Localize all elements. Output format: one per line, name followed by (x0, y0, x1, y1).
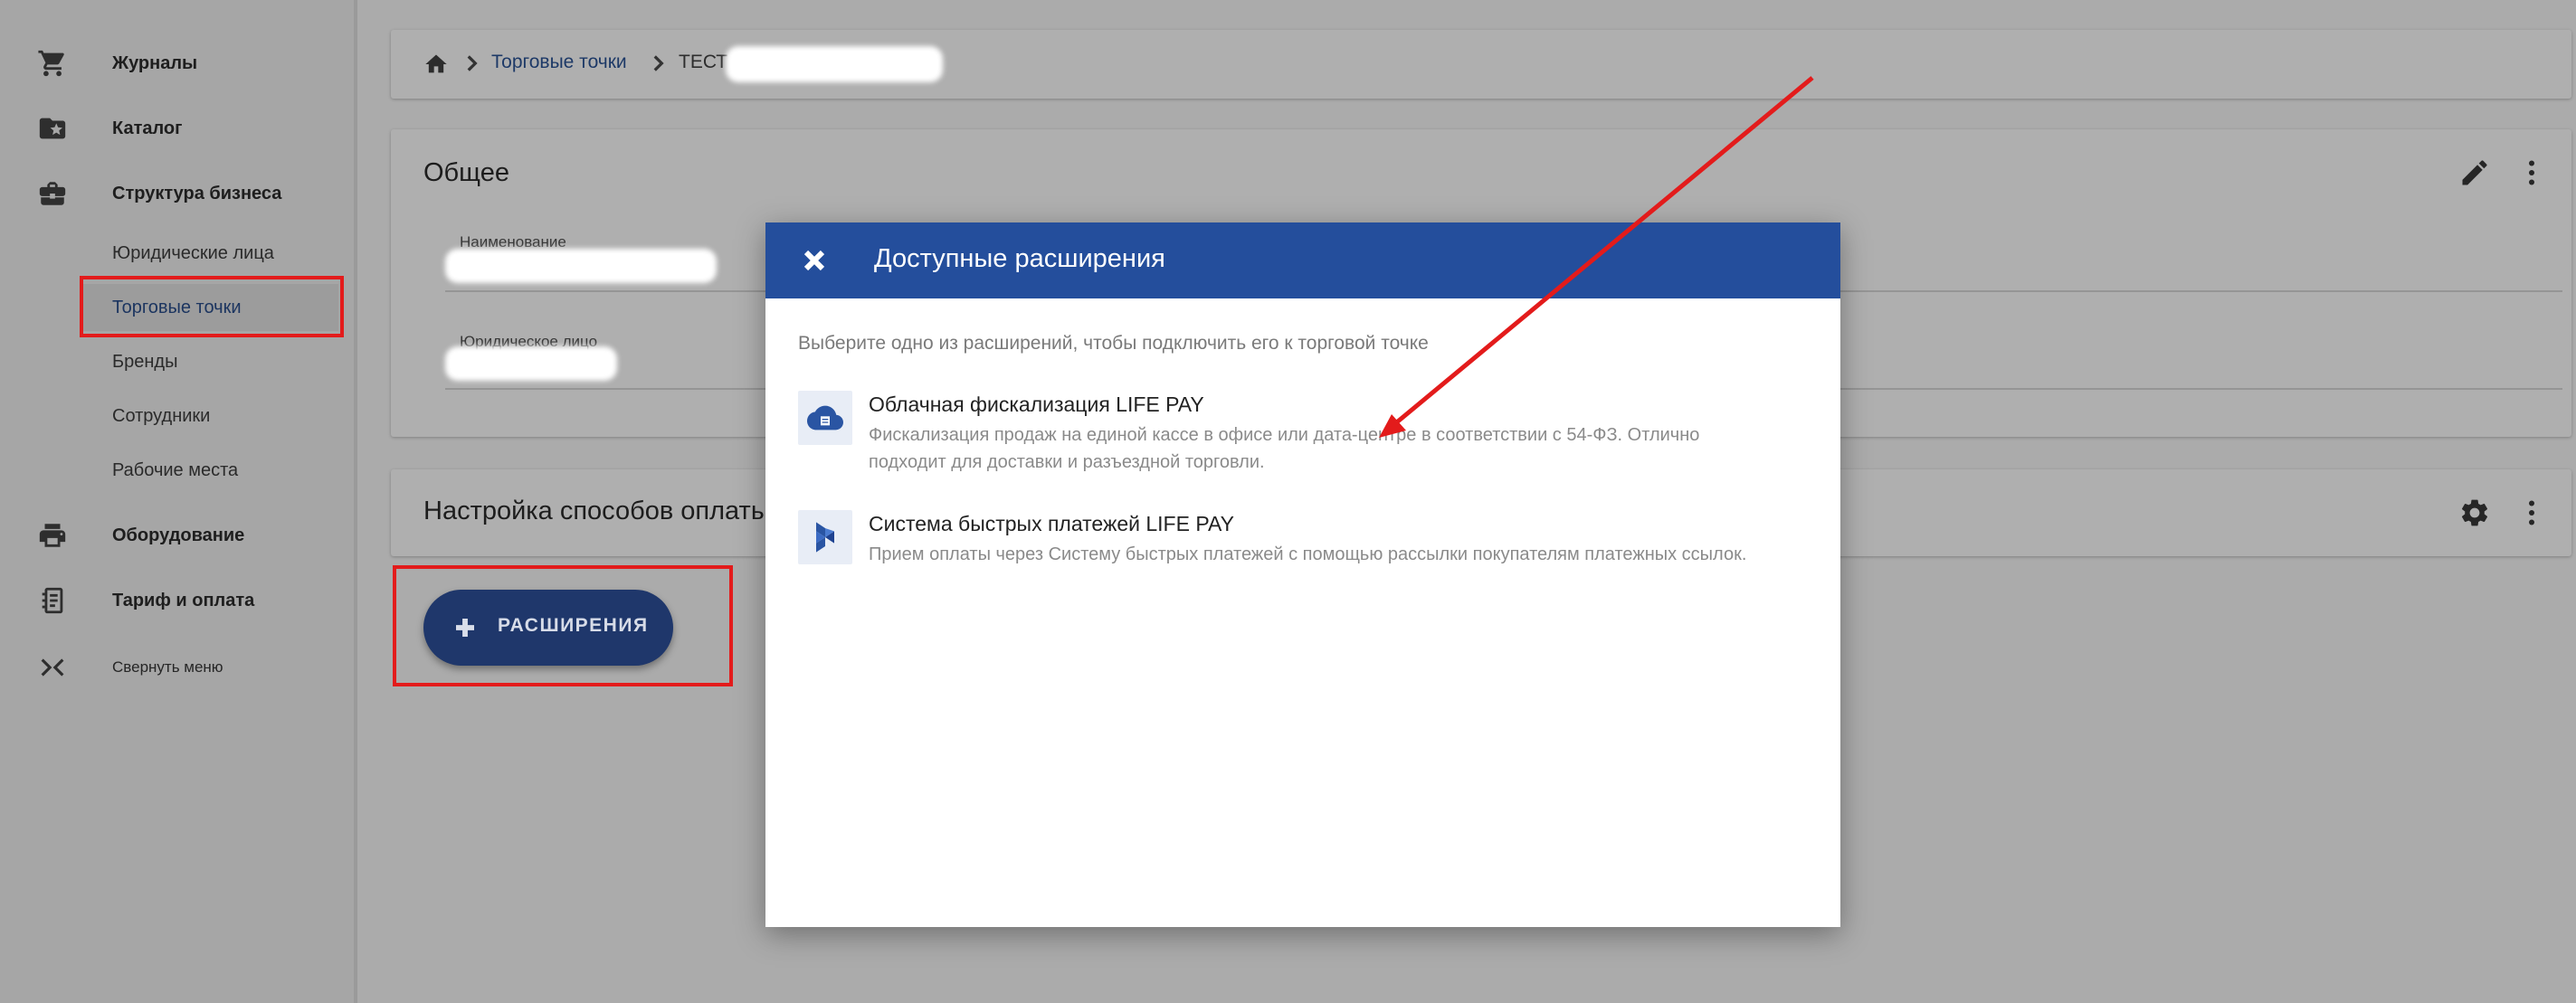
collapse-menu-label: Свернуть меню (112, 658, 223, 676)
card-title: Общее (423, 158, 509, 187)
nav-label: Структура бизнеса (112, 183, 282, 203)
dialog-header: Доступные расширения (765, 222, 1840, 298)
sidebar-item-workplaces[interactable]: Рабочие места (112, 452, 238, 488)
extension-item-cloud-fiscalization[interactable]: Облачная фискализация LIFE PAY Фискализа… (798, 391, 1811, 481)
collapse-arrows-icon (36, 651, 69, 684)
nav-item-business-structure[interactable]: Структура бизнеса (0, 165, 355, 222)
chevron-right-icon (646, 52, 670, 75)
close-icon[interactable] (798, 244, 831, 277)
cloud-register-icon (798, 391, 852, 445)
extension-description: Прием оплаты через Систему быстрых плате… (869, 544, 1747, 564)
nav-item-tariff[interactable]: Тариф и оплата (0, 572, 355, 629)
redaction-mark (445, 249, 717, 283)
briefcase-icon (36, 177, 69, 210)
receipt-icon (36, 584, 69, 617)
nav-label: Журналы (112, 52, 198, 73)
extension-title: Система быстрых платежей LIFE PAY (869, 512, 1234, 535)
annotation-highlight-box (80, 276, 344, 337)
dialog-hint: Выберите одно из расширений, чтобы подкл… (798, 333, 1429, 354)
printer-icon (36, 519, 69, 552)
sidebar-item-brands[interactable]: Бренды (112, 344, 177, 380)
home-icon[interactable] (423, 52, 449, 77)
cart-icon (36, 47, 69, 80)
sidebar: Журналы Каталог Структура бизнеса Юридич… (0, 0, 357, 1003)
redaction-mark (726, 46, 943, 82)
edit-icon[interactable] (2458, 156, 2491, 189)
folder-star-icon (36, 112, 69, 145)
breadcrumb-link-outlets[interactable]: Торговые точки (491, 52, 627, 73)
redaction-mark (445, 346, 617, 381)
card-title: Настройка способов оплаты (423, 497, 770, 525)
extension-description: Фискализация продаж на единой кассе в оф… (869, 425, 1700, 472)
gear-icon[interactable] (2458, 497, 2491, 529)
chevron-right-icon (460, 52, 483, 75)
sidebar-item-employees[interactable]: Сотрудники (112, 398, 210, 434)
collapse-menu-button[interactable]: Свернуть меню (0, 639, 355, 696)
more-vert-icon[interactable] (2515, 156, 2548, 189)
nav-label: Каталог (112, 118, 183, 138)
dialog-title: Доступные расширения (874, 244, 1165, 273)
breadcrumb: Торговые точки ТЕСТ (391, 30, 2571, 99)
nav-label: Тариф и оплата (112, 590, 255, 610)
nav-item-journals[interactable]: Журналы (0, 34, 355, 92)
more-vert-icon[interactable] (2515, 497, 2548, 529)
extensions-dialog: Доступные расширения Выберите одно из ра… (765, 222, 1840, 927)
extension-item-fast-payments[interactable]: Система быстрых платежей LIFE PAY Прием … (798, 510, 1811, 601)
sbp-logo-icon (798, 510, 852, 564)
breadcrumb-current: ТЕСТ (679, 52, 728, 72)
sidebar-item-legal-entities[interactable]: Юридические лица (112, 235, 274, 271)
annotation-highlight-box (393, 565, 733, 686)
nav-item-catalog[interactable]: Каталог (0, 99, 355, 157)
nav-label: Оборудование (112, 525, 245, 545)
nav-item-equipment[interactable]: Оборудование (0, 506, 355, 564)
extension-title: Облачная фискализация LIFE PAY (869, 393, 1204, 416)
